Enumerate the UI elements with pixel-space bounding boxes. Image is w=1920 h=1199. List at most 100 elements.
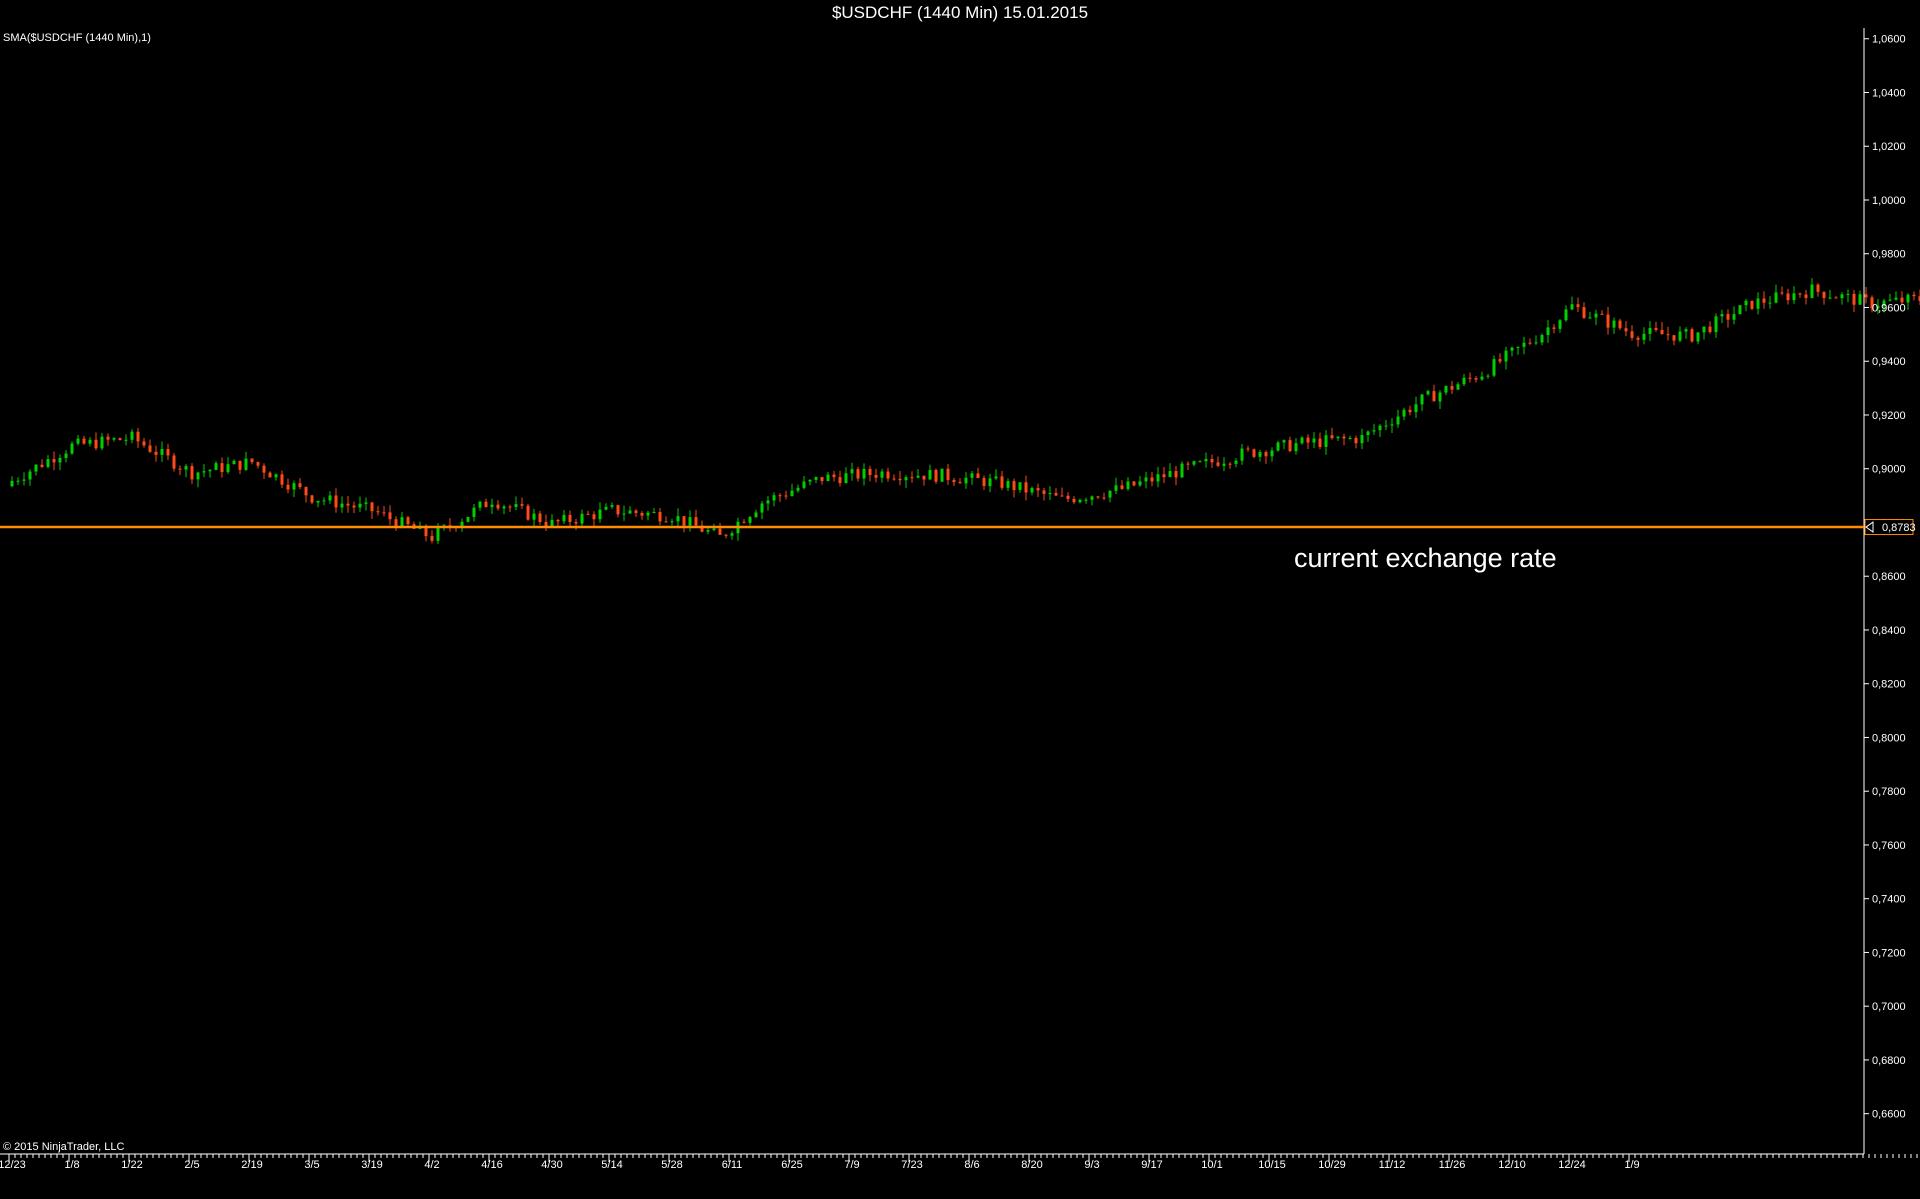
candle-body — [1084, 499, 1088, 501]
candle-body — [52, 459, 56, 463]
candle-body — [1282, 440, 1286, 443]
candle-body — [406, 517, 410, 525]
price-tick-label: 0,8000 — [1872, 732, 1906, 744]
time-tick-label: 3/19 — [361, 1159, 382, 1171]
candle-body — [1600, 313, 1604, 315]
candle-body — [1342, 436, 1346, 439]
candle-body — [754, 512, 758, 518]
current-rate-label: 0,8783 — [1882, 522, 1916, 534]
candle-body — [1006, 481, 1010, 488]
candle-body — [1348, 437, 1352, 439]
time-tick-label: 1/8 — [64, 1159, 79, 1171]
candle-body — [1702, 326, 1706, 333]
candle-body — [868, 468, 872, 475]
time-tick-label: 4/16 — [481, 1159, 502, 1171]
candle-body — [1834, 297, 1838, 299]
candle-body — [640, 513, 644, 516]
candle-body — [742, 521, 746, 523]
time-tick-label: 12/10 — [1498, 1159, 1526, 1171]
candle-body — [574, 521, 578, 524]
candle-body — [346, 503, 350, 506]
candle-body — [670, 521, 674, 523]
candle-body — [1780, 292, 1784, 294]
candle-body — [1558, 320, 1562, 329]
candle-body — [1048, 493, 1052, 495]
candle-body — [1858, 294, 1862, 305]
candle-body — [1306, 437, 1310, 443]
candle-body — [136, 431, 140, 442]
price-tick-label: 0,7400 — [1872, 894, 1906, 906]
candle-body — [1120, 485, 1124, 489]
candle-body — [682, 516, 686, 526]
candle-body — [1606, 314, 1610, 328]
candle-body — [1288, 440, 1292, 452]
candle-body — [1198, 461, 1202, 463]
candle-body — [178, 468, 182, 470]
candle-body — [1594, 313, 1598, 318]
candle-body — [1678, 331, 1682, 341]
candle-body — [1438, 392, 1442, 402]
candle-body — [514, 504, 518, 507]
candle-body — [142, 441, 146, 446]
candle-body — [1630, 331, 1634, 338]
candle-body — [634, 510, 638, 514]
candle-body — [544, 521, 548, 526]
candle-body — [1912, 294, 1916, 297]
candle-body — [802, 481, 806, 488]
candle-body — [1396, 416, 1400, 425]
candle-body — [622, 513, 626, 515]
candle-body — [712, 528, 716, 531]
candle-body — [1402, 409, 1406, 417]
candle-body — [1792, 293, 1796, 301]
candle-body — [598, 509, 602, 520]
candle-body — [1186, 463, 1190, 465]
price-tick-label: 0,7000 — [1872, 1001, 1906, 1013]
candle-body — [1336, 436, 1340, 439]
candle-body — [778, 495, 782, 497]
candle-body — [1762, 298, 1766, 303]
candle-body — [1390, 424, 1394, 426]
candle-body — [538, 513, 542, 522]
candle-body — [1690, 329, 1694, 342]
candle-body — [1642, 333, 1646, 340]
candle-body — [154, 451, 158, 455]
candle-body — [958, 482, 962, 484]
price-tick-label: 0,8400 — [1872, 625, 1906, 637]
candle-body — [1372, 430, 1376, 432]
price-chart[interactable]: 1,0600 1,0400 1,0200 1,0000 0,9800 0,9600 0,94… — [0, 0, 1920, 1199]
candle-body — [1132, 481, 1136, 486]
candle-body — [196, 472, 200, 480]
candle-body — [1612, 320, 1616, 328]
candle-body — [316, 500, 320, 503]
candle-body — [1000, 476, 1004, 488]
candles-group — [10, 278, 1920, 545]
candle-body — [1378, 425, 1382, 431]
candle-body — [46, 459, 50, 467]
candle-body — [172, 455, 176, 469]
candle-body — [976, 473, 980, 479]
candle-body — [1210, 458, 1214, 463]
copyright-notice: © 2015 NinjaTrader, LLC — [3, 1141, 125, 1153]
time-tick-label: 12/24 — [1558, 1159, 1586, 1171]
candle-body — [214, 463, 218, 470]
candle-body — [88, 439, 92, 444]
time-tick-label: 10/29 — [1318, 1159, 1346, 1171]
price-tick-label: 1,0200 — [1872, 141, 1906, 153]
price-tick-label: 1,0400 — [1872, 87, 1906, 99]
candle-body — [28, 471, 32, 480]
candle-body — [862, 468, 866, 479]
candle-body — [1732, 314, 1736, 320]
candle-body — [1528, 342, 1532, 344]
candle-body — [1504, 350, 1508, 362]
candle-body — [358, 503, 362, 508]
candle-body — [130, 431, 134, 440]
time-tick-label: 10/15 — [1258, 1159, 1286, 1171]
candle-body — [658, 511, 662, 522]
candle-body — [484, 501, 488, 508]
candle-body — [940, 468, 944, 482]
candle-body — [808, 479, 812, 482]
price-tick-label: 0,7200 — [1872, 947, 1906, 959]
candle-body — [334, 495, 338, 508]
candle-body — [1456, 384, 1460, 390]
candle-body — [490, 504, 494, 508]
